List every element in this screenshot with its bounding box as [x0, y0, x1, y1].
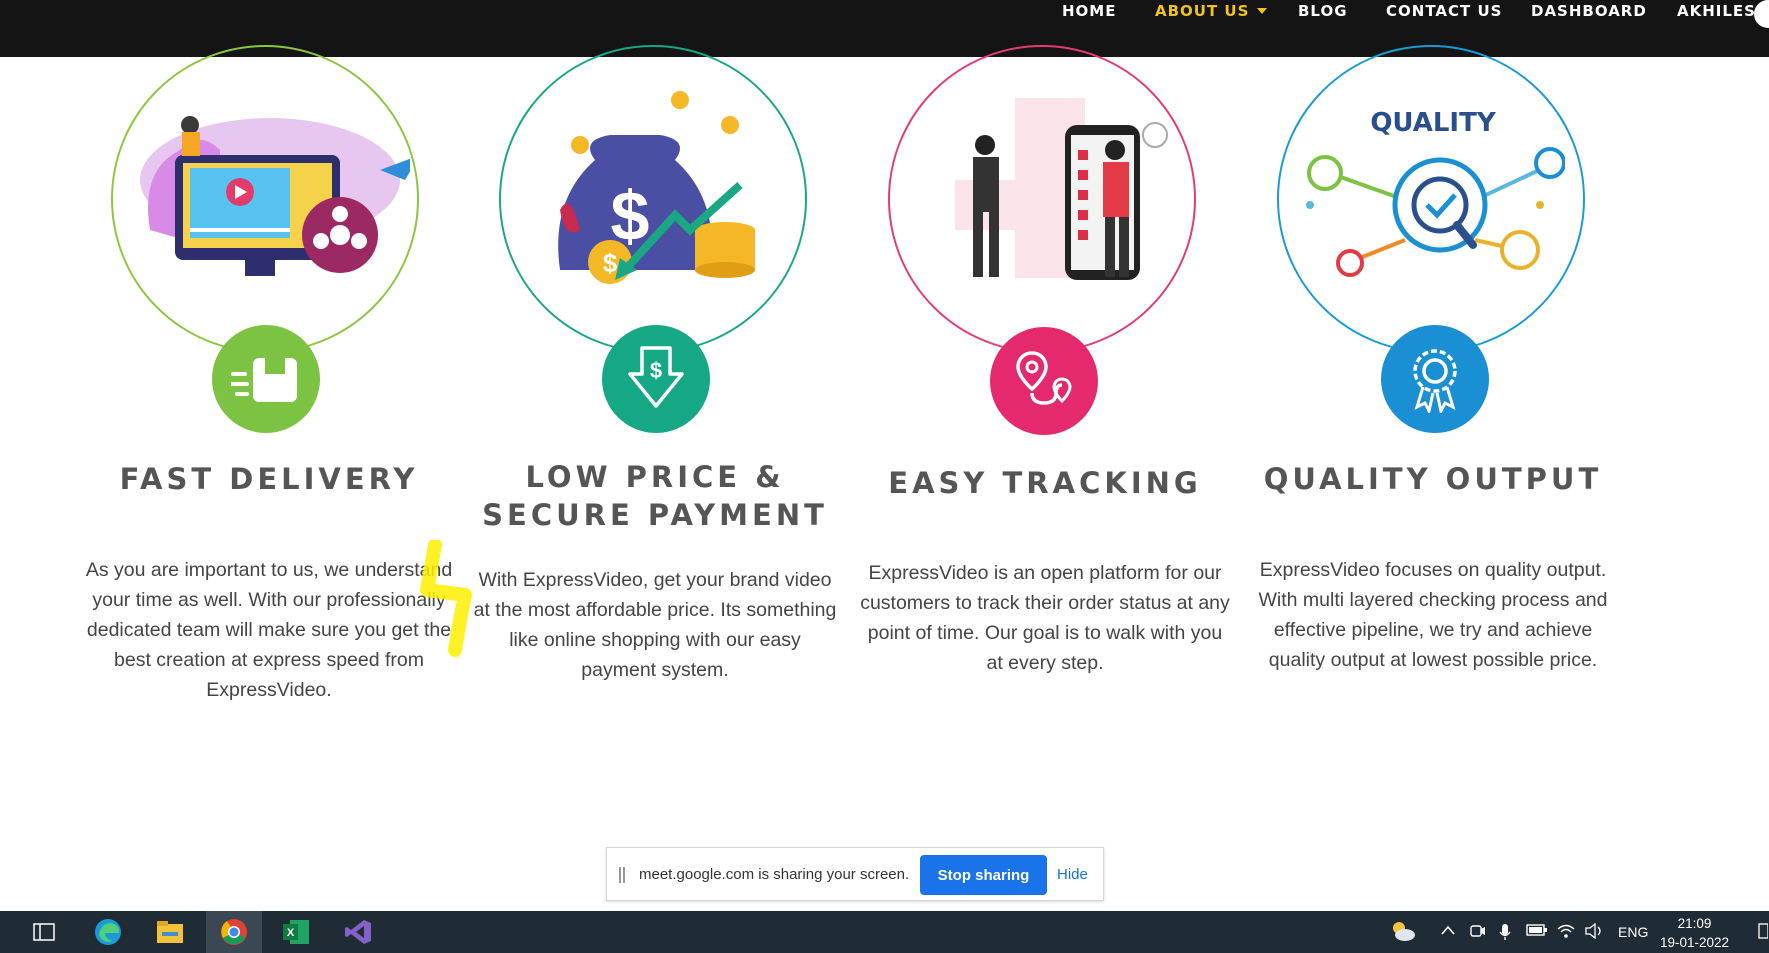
- svg-text:X: X: [287, 927, 295, 939]
- notifications-icon[interactable]: [1758, 921, 1769, 944]
- language-indicator[interactable]: ENG: [1618, 924, 1648, 940]
- excel-icon[interactable]: X: [268, 911, 324, 953]
- microphone-icon[interactable]: [1498, 923, 1512, 944]
- clock-time: 21:09: [1677, 916, 1712, 931]
- visual-studio-icon[interactable]: [330, 911, 386, 953]
- nav-home[interactable]: HOME: [1062, 0, 1116, 22]
- price-down-icon: $: [602, 325, 710, 433]
- feature-desc-low-price: With ExpressVideo, get your brand video …: [473, 569, 837, 681]
- chevron-down-icon: [1257, 8, 1268, 14]
- stop-sharing-button[interactable]: Stop sharing: [920, 855, 1047, 895]
- task-view-icon[interactable]: [16, 911, 72, 953]
- money-bag-illustration: $ $: [558, 91, 755, 284]
- hide-button[interactable]: Hide: [1057, 866, 1088, 883]
- quality-award-icon: [1381, 325, 1489, 433]
- weather-icon[interactable]: [1388, 917, 1416, 948]
- nav-about-us[interactable]: ABOUT US: [1155, 0, 1268, 22]
- nav-about-us-label: ABOUT US: [1155, 2, 1250, 20]
- edge-icon[interactable]: [80, 911, 136, 953]
- system-clock[interactable]: 21:09 19-01-2022: [1660, 914, 1729, 952]
- feature-desc-fast-delivery: As you are important to us, we understan…: [85, 559, 453, 701]
- feature-title-fast-delivery: FAST DELIVERY: [119, 462, 419, 496]
- svg-text:$: $: [650, 358, 662, 383]
- delivery-box-icon: [212, 325, 320, 433]
- screen-share-bar: meet.google.com is sharing your screen. …: [606, 847, 1104, 901]
- chevron-up-icon[interactable]: [1440, 923, 1456, 940]
- chrome-icon[interactable]: [206, 911, 262, 953]
- volume-icon[interactable]: [1584, 922, 1606, 942]
- route-tracking-icon: [990, 327, 1098, 435]
- highlight-annotation: [420, 540, 472, 657]
- nav-dashboard[interactable]: DASHBOARD: [1531, 0, 1647, 22]
- feature-title-quality-output: QUALITY OUTPUT: [1263, 462, 1603, 496]
- quality-check-illustration: [1306, 147, 1565, 277]
- feature-title-easy-tracking: EASY TRACKING: [888, 466, 1202, 500]
- nav-blog[interactable]: BLOG: [1298, 0, 1348, 22]
- share-message: meet.google.com is sharing your screen.: [639, 866, 910, 883]
- battery-icon[interactable]: [1526, 923, 1548, 940]
- drag-handle-icon[interactable]: [619, 867, 625, 883]
- avatar[interactable]: [1754, 0, 1769, 28]
- meet-present-icon[interactable]: [1470, 923, 1486, 942]
- video-production-illustration: [140, 116, 410, 276]
- wifi-icon[interactable]: [1556, 923, 1576, 942]
- quality-illustration-label: QUALITY: [1370, 108, 1496, 138]
- file-explorer-icon[interactable]: [142, 911, 198, 953]
- svg-text:$: $: [603, 248, 618, 278]
- order-tracking-illustration: [955, 98, 1168, 280]
- feature-desc-quality-output: ExpressVideo focuses on quality output. …: [1258, 559, 1608, 671]
- feature-desc-easy-tracking: ExpressVideo is an open platform for our…: [860, 562, 1230, 674]
- nav-contact-us[interactable]: CONTACT US: [1386, 0, 1502, 22]
- clock-date: 19-01-2022: [1660, 935, 1730, 950]
- feature-title-low-price: LOW PRICE & SECURE PAYMENT: [482, 460, 828, 532]
- taskbar: X ENG 21:09 19-01-2022: [0, 911, 1769, 953]
